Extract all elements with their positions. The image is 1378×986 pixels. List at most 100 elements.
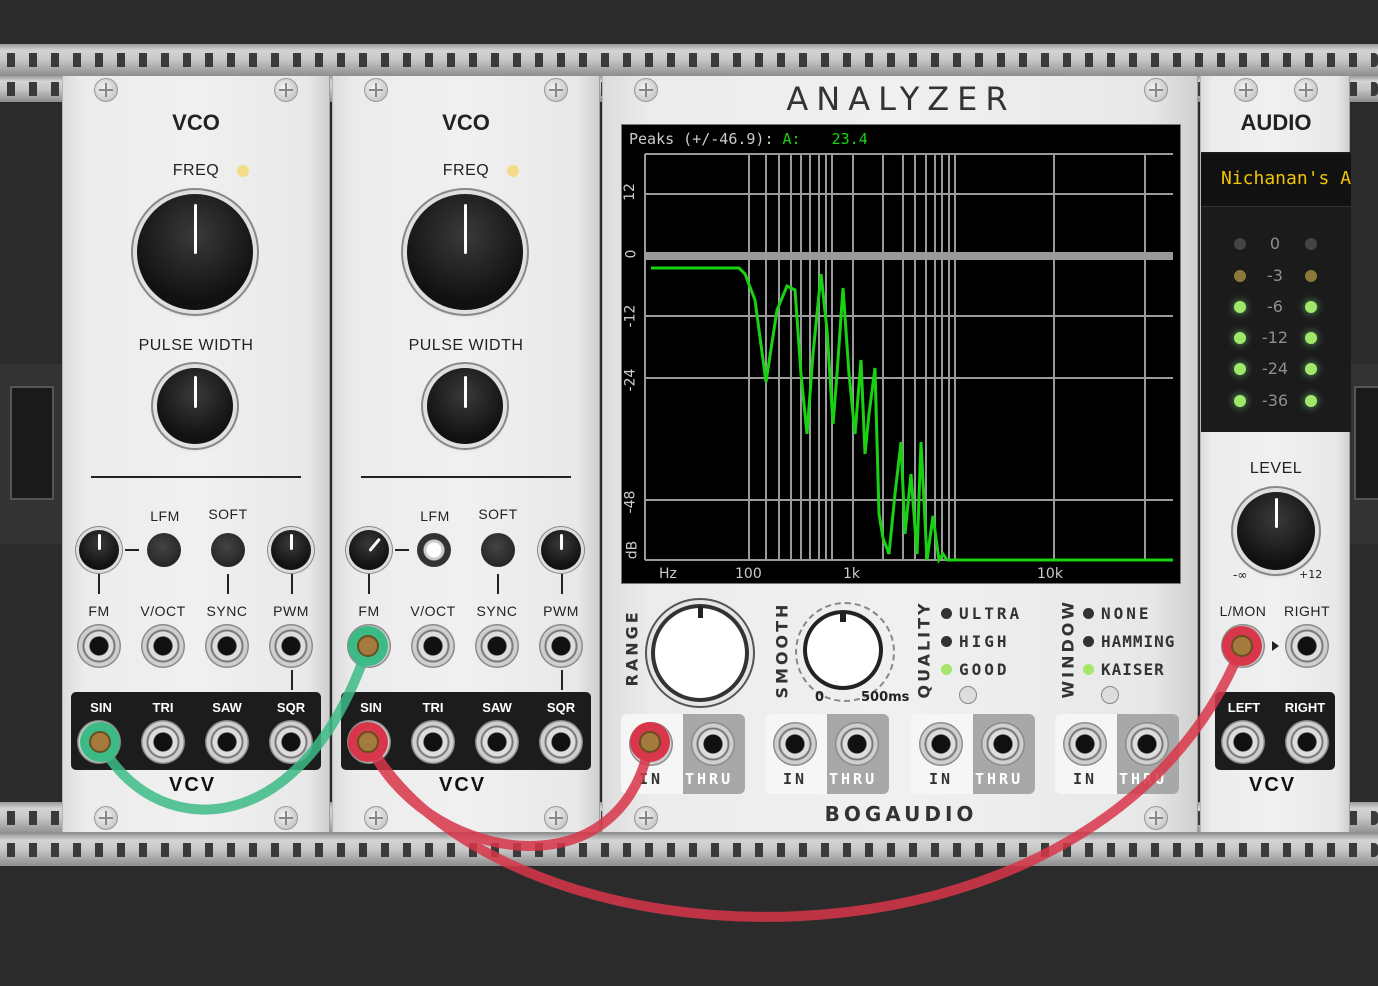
smooth-label: SMOOTH: [772, 601, 792, 699]
soft-button[interactable]: [211, 533, 245, 567]
in-jack-a[interactable]: [629, 722, 673, 766]
fm-knob[interactable]: [79, 530, 119, 570]
thru-jack-b[interactable]: [835, 722, 879, 766]
sqr-label: SQR: [276, 700, 306, 715]
vu-led-l4: [1234, 363, 1246, 375]
fm-knob[interactable]: [349, 530, 389, 570]
screw-icon: [544, 78, 568, 102]
lfm-button-lit[interactable]: [417, 533, 451, 567]
range-knob[interactable]: [655, 606, 745, 698]
tick: [368, 574, 370, 594]
freq-knob[interactable]: [407, 194, 523, 310]
y-tick-0: 0: [623, 249, 640, 259]
sin-output-jack[interactable]: [347, 720, 391, 764]
fm-label: FM: [358, 603, 380, 619]
pulse-width-knob[interactable]: [427, 368, 503, 444]
vu-led-l3: [1234, 332, 1246, 344]
spectrum-display: [621, 124, 1181, 584]
vu-led-l5: [1234, 395, 1246, 407]
device-bar[interactable]: Nichanan's A: [1201, 154, 1351, 207]
lfm-label: LFM: [150, 508, 180, 524]
smooth-min: 0: [815, 690, 825, 705]
sin-output-jack[interactable]: [77, 720, 121, 764]
divider: [91, 476, 301, 478]
screw-icon: [1294, 78, 1318, 102]
right-output-jack[interactable]: [1285, 720, 1329, 764]
window-button[interactable]: [1101, 686, 1119, 704]
sin-label: SIN: [360, 700, 382, 715]
in-jack-c[interactable]: [919, 722, 963, 766]
lmon-input-jack[interactable]: [1221, 624, 1265, 668]
voct-label: V/OCT: [410, 603, 456, 619]
saw-output-jack[interactable]: [205, 720, 249, 764]
lfm-button[interactable]: [147, 533, 181, 567]
sqr-output-jack[interactable]: [539, 720, 583, 764]
device-name[interactable]: Nichanan's A: [1221, 168, 1351, 189]
thru-jack-d[interactable]: [1125, 722, 1169, 766]
pulse-width-knob[interactable]: [157, 368, 233, 444]
in-jack-d[interactable]: [1063, 722, 1107, 766]
tick: [497, 574, 499, 594]
peaks-text: Peaks (+/-46.9):: [629, 130, 774, 148]
thru-label: THRU: [1119, 770, 1168, 788]
sqr-output-jack[interactable]: [269, 720, 313, 764]
soft-button[interactable]: [481, 533, 515, 567]
voct-input-jack[interactable]: [141, 624, 185, 668]
tri-output-jack[interactable]: [411, 720, 455, 764]
thru-jack-c[interactable]: [981, 722, 1025, 766]
vu-led-l0: [1234, 238, 1246, 250]
sync-led: [237, 165, 249, 177]
pwm-input-jack[interactable]: [269, 624, 313, 668]
vu-led-r5: [1305, 395, 1317, 407]
thru-label: THRU: [685, 770, 734, 788]
connector-line: [395, 549, 409, 551]
meter-6: -6: [1267, 297, 1283, 316]
voct-input-jack[interactable]: [411, 624, 455, 668]
vcv-logo: VCV: [169, 774, 217, 796]
fm-label: FM: [88, 603, 110, 619]
vu-led-r4: [1305, 363, 1317, 375]
arrow-icon: [1272, 641, 1279, 651]
sync-input-jack[interactable]: [475, 624, 519, 668]
vcv-logo: VCV: [1249, 774, 1297, 796]
pwm-knob[interactable]: [541, 530, 581, 570]
window-kaiser[interactable]: KAISER: [1101, 660, 1165, 679]
fm-input-jack[interactable]: [347, 624, 391, 668]
quality-high[interactable]: HIGH: [959, 632, 1010, 651]
peaks-readout: Peaks (+/-46.9): A: 23.4: [629, 130, 868, 148]
saw-label: SAW: [482, 700, 512, 715]
in-label: IN: [639, 770, 664, 788]
meter-24: -24: [1261, 359, 1289, 378]
x-tick-hz: Hz: [659, 566, 677, 582]
saw-output-jack[interactable]: [475, 720, 519, 764]
smooth-knob[interactable]: [807, 612, 879, 686]
sync-input-jack[interactable]: [205, 624, 249, 668]
fm-input-jack[interactable]: [77, 624, 121, 668]
pwm-knob[interactable]: [271, 530, 311, 570]
pwm-input-jack[interactable]: [539, 624, 583, 668]
quality-button[interactable]: [959, 686, 977, 704]
in-jack-b[interactable]: [773, 722, 817, 766]
left-output-jack[interactable]: [1221, 720, 1265, 764]
in-label: IN: [929, 770, 954, 788]
quality-ultra[interactable]: ULTRA: [959, 604, 1022, 623]
side-connector-left: [0, 364, 62, 544]
window-none[interactable]: NONE: [1101, 604, 1152, 623]
quality-good[interactable]: GOOD: [959, 660, 1010, 679]
window-hamming[interactable]: HAMMING: [1101, 632, 1175, 651]
port-d: IN THRU: [1055, 714, 1179, 794]
lmon-label: L/MON: [1219, 603, 1267, 619]
pwm-label: PWM: [273, 603, 309, 619]
freq-knob[interactable]: [137, 194, 253, 310]
left-label: LEFT: [1227, 700, 1261, 715]
thru-label: THRU: [975, 770, 1024, 788]
right-input-jack[interactable]: [1285, 624, 1329, 668]
level-knob[interactable]: [1237, 492, 1315, 570]
screw-icon: [364, 78, 388, 102]
rack-rail-top: [0, 44, 1378, 76]
vu-led-l1: [1234, 270, 1246, 282]
thru-jack-a[interactable]: [691, 722, 735, 766]
window-kaiser-dot: [1083, 664, 1094, 675]
tri-output-jack[interactable]: [141, 720, 185, 764]
in-label: IN: [783, 770, 808, 788]
